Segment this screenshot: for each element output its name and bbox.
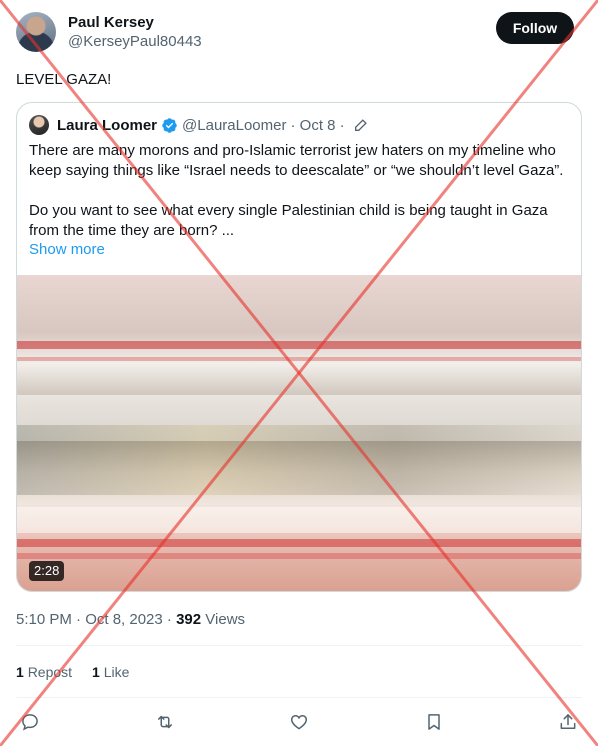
video-frame-streak: [17, 553, 581, 559]
edited-pencil-icon[interactable]: [353, 117, 369, 133]
video-frame-streak: [17, 425, 581, 495]
reposts-stat[interactable]: 1 Repost: [16, 664, 72, 680]
like-button[interactable]: [285, 708, 313, 736]
likes-count: 1: [92, 664, 100, 680]
show-more-link[interactable]: Show more: [29, 241, 105, 258]
quoted-handle[interactable]: @LauraLoomer: [182, 117, 286, 134]
likes-stat[interactable]: 1 Like: [92, 664, 129, 680]
quoted-date[interactable]: · Oct 8 ·: [290, 117, 344, 134]
views-count: 392: [176, 611, 202, 628]
divider: [16, 645, 582, 646]
reply-button[interactable]: [16, 708, 44, 736]
quoted-text: There are many morons and pro-Islamic te…: [29, 141, 569, 241]
verified-badge-icon: [161, 117, 178, 134]
author-block: Paul Kersey @KerseyPaul80443: [68, 14, 202, 52]
video-player[interactable]: 2:28: [17, 275, 581, 591]
likes-label: Like: [103, 664, 130, 680]
follow-button[interactable]: Follow: [496, 12, 574, 44]
repost-icon: [157, 715, 172, 729]
quoted-paragraph-1: There are many morons and pro-Islamic te…: [29, 142, 564, 179]
quoted-author-name[interactable]: Laura Loomer: [57, 117, 157, 134]
reply-icon: [22, 714, 38, 731]
divider: [16, 697, 582, 698]
bookmark-button[interactable]: [420, 708, 448, 736]
reposts-label: Repost: [27, 664, 73, 680]
video-frame-streak: [17, 539, 581, 547]
video-duration-badge: 2:28: [29, 561, 65, 581]
action-bar: [16, 708, 582, 736]
video-frame-streak: [17, 357, 581, 361]
share-icon: [560, 714, 576, 729]
video-frame-streak: [17, 507, 581, 533]
video-frame-streak: [17, 341, 581, 349]
author-name[interactable]: Paul Kersey: [68, 14, 202, 32]
share-button[interactable]: [554, 708, 582, 736]
quoted-tweet[interactable]: Laura Loomer @LauraLoomer · Oct 8 · Ther…: [16, 102, 582, 592]
quoted-paragraph-2: Do you want to see what every single Pal…: [29, 202, 548, 239]
tweet-text: LEVEL GAZA!: [16, 71, 112, 88]
author-avatar[interactable]: [16, 12, 56, 52]
bookmark-icon: [427, 714, 440, 730]
quoted-header: Laura Loomer @LauraLoomer · Oct 8 ·: [29, 115, 369, 135]
heart-icon: [290, 714, 308, 730]
views-label: Views: [205, 611, 246, 628]
quoted-avatar[interactable]: [29, 115, 49, 135]
tweet-post: Paul Kersey @KerseyPaul80443 Follow LEVE…: [0, 0, 598, 746]
tweet-time[interactable]: 5:10 PM · Oct 8, 2023 ·: [16, 611, 172, 628]
reposts-count: 1: [16, 664, 24, 680]
repost-button[interactable]: [151, 708, 179, 736]
tweet-timestamp: 5:10 PM · Oct 8, 2023 · 392 Views: [16, 611, 245, 628]
engagement-stats: 1 Repost 1 Like: [16, 664, 129, 680]
author-handle[interactable]: @KerseyPaul80443: [68, 32, 202, 52]
